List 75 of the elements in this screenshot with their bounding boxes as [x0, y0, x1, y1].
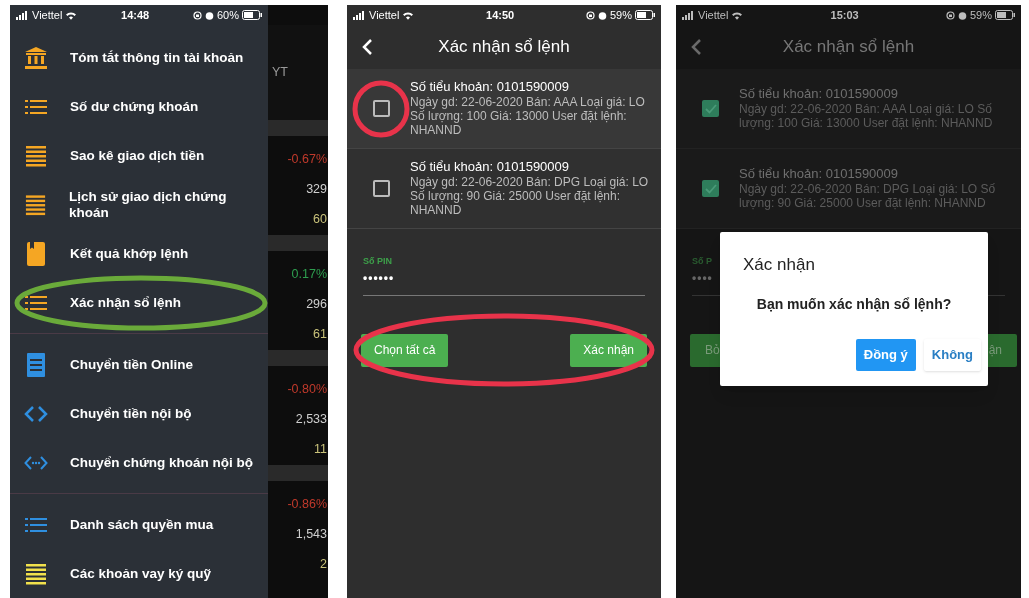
status-time: 14:48	[121, 7, 150, 23]
order-details: Ngày gd: 22-06-2020 Bán: DPG Loại giá: LO Số lượng: 90 Giá: 25000 User đặt lệnh: NHANND	[739, 182, 997, 210]
pin-field[interactable]: Số PIN ••••••	[363, 255, 645, 296]
section-band	[268, 465, 328, 481]
alarm-icon	[204, 10, 214, 20]
account-number: Số tiểu khoản: 0101590009	[739, 87, 900, 101]
alarm-icon	[597, 10, 607, 20]
carrier-name: Viettel	[32, 7, 63, 23]
wifi-icon	[731, 10, 744, 20]
account-number: Số tiểu khoản: 0101590009	[410, 80, 571, 94]
back-icon	[361, 38, 373, 56]
battery-icon	[242, 10, 262, 20]
order-details: Ngày gd: 22-06-2020 Bán: AAA Loại giá: LO Số lượng: 100 Giá: 13000 User đặt lệnh: NHANND	[410, 95, 646, 137]
market-value: -0.80%	[287, 380, 327, 398]
account-number: Số tiểu khoản: 0101590009	[739, 167, 900, 181]
market-value: 1,543	[295, 526, 327, 544]
battery-icon	[635, 10, 655, 20]
signal-icon	[16, 10, 29, 20]
signal-icon	[682, 10, 695, 20]
battery-icon	[995, 10, 1015, 20]
menu-item[interactable]: Chuyển tiền nội bộ	[10, 389, 268, 438]
market-value: 329	[306, 181, 327, 199]
menu-item[interactable]: Danh sách quyền mua	[10, 500, 268, 549]
account-number: Số tiểu khoản: 0101590009	[410, 160, 571, 174]
market-value: 2	[320, 556, 327, 574]
market-value: -0.86%	[287, 495, 327, 513]
market-value: 296	[306, 296, 327, 314]
dialog-message: Bạn muốn xác nhận sổ lệnh?	[755, 294, 953, 314]
checkbox[interactable]	[702, 180, 719, 197]
menu-item[interactable]: Các khoản vay ký quỹ	[10, 549, 268, 598]
wifi-icon	[402, 10, 415, 20]
menu-item[interactable]: Số dư chứng khoán	[10, 82, 268, 131]
market-value: 0.17%	[291, 265, 327, 283]
order-row[interactable]: Số tiểu khoản: 0101590009 Ngày gd: 22-06-2020 Bán: DPG Loại giá: LO Số lượng: 90 Giá: 25000 User đặt lệnh: NHANND	[676, 149, 1021, 229]
signal-icon	[353, 10, 366, 20]
market-value: 60	[313, 211, 327, 229]
battery-percent: 59%	[969, 7, 992, 23]
menu-item[interactable]: Sao kê giao dịch tiền	[10, 131, 268, 180]
screen-title: Xác nhận sổ lệnh	[437, 36, 571, 59]
lock-rotation-icon	[192, 10, 202, 20]
order-details: Ngày gd: 22-06-2020 Bán: AAA Loại giá: LO Số lượng: 100 Giá: 13000 User đặt lệnh: NHANND	[739, 102, 994, 130]
screen-title: Xác nhận sổ lệnh	[781, 36, 916, 59]
lock-rotation-icon	[585, 10, 595, 20]
section-band	[268, 235, 328, 251]
menu-item[interactable]: Xác nhận sổ lệnh	[10, 278, 268, 327]
menu-item[interactable]: Lịch sử giao dịch chứng khoán	[10, 180, 268, 229]
column-header: YT	[272, 64, 288, 82]
market-value: 11	[314, 441, 327, 459]
market-value: 2,533	[295, 411, 327, 429]
menu-item[interactable]: Chuyển tiền Online	[10, 340, 268, 389]
dialog-title: Xác nhận	[743, 254, 816, 276]
menu-item[interactable]: Chuyển chứng khoán nội bộ	[10, 438, 268, 487]
battery-percent: 60%	[216, 7, 239, 23]
wifi-icon	[65, 10, 78, 20]
checkbox[interactable]	[702, 100, 719, 117]
menu-item[interactable]: Tóm tắt thông tin tài khoản	[10, 33, 268, 82]
order-row[interactable]: Số tiểu khoản: 0101590009 Ngày gd: 22-06-2020 Bán: AAA Loại giá: LO Số lượng: 100 Giá: 13000 User đặt lệnh: NHANND	[676, 69, 1021, 149]
back-icon	[690, 38, 702, 56]
status-time: 15:03	[830, 7, 859, 23]
lock-rotation-icon	[945, 10, 955, 20]
checkbox[interactable]	[373, 100, 390, 117]
checkbox[interactable]	[373, 180, 390, 197]
order-row[interactable]: Số tiểu khoản: 0101590009 Ngày gd: 22-06-2020 Bán: AAA Loại giá: LO Số lượng: 100 Giá: 13000 User đặt lệnh: NHANND	[347, 69, 661, 149]
order-details: Ngày gd: 22-06-2020 Bán: DPG Loại giá: LO Số lượng: 90 Giá: 25000 User đặt lệnh: NHANND	[410, 175, 650, 217]
status-time: 14:50	[486, 7, 515, 23]
section-band	[268, 350, 328, 366]
section-band	[268, 120, 328, 136]
dialog-button[interactable]: Không	[923, 338, 981, 371]
market-value: 61	[313, 326, 327, 344]
menu-item[interactable]: Kết quả khớp lệnh	[10, 229, 268, 278]
market-value: -0.67%	[287, 150, 327, 168]
carrier-name: Viettel	[698, 7, 729, 23]
alarm-icon	[957, 10, 967, 20]
battery-percent: 59%	[609, 7, 632, 23]
carrier-name: Viettel	[369, 7, 400, 23]
